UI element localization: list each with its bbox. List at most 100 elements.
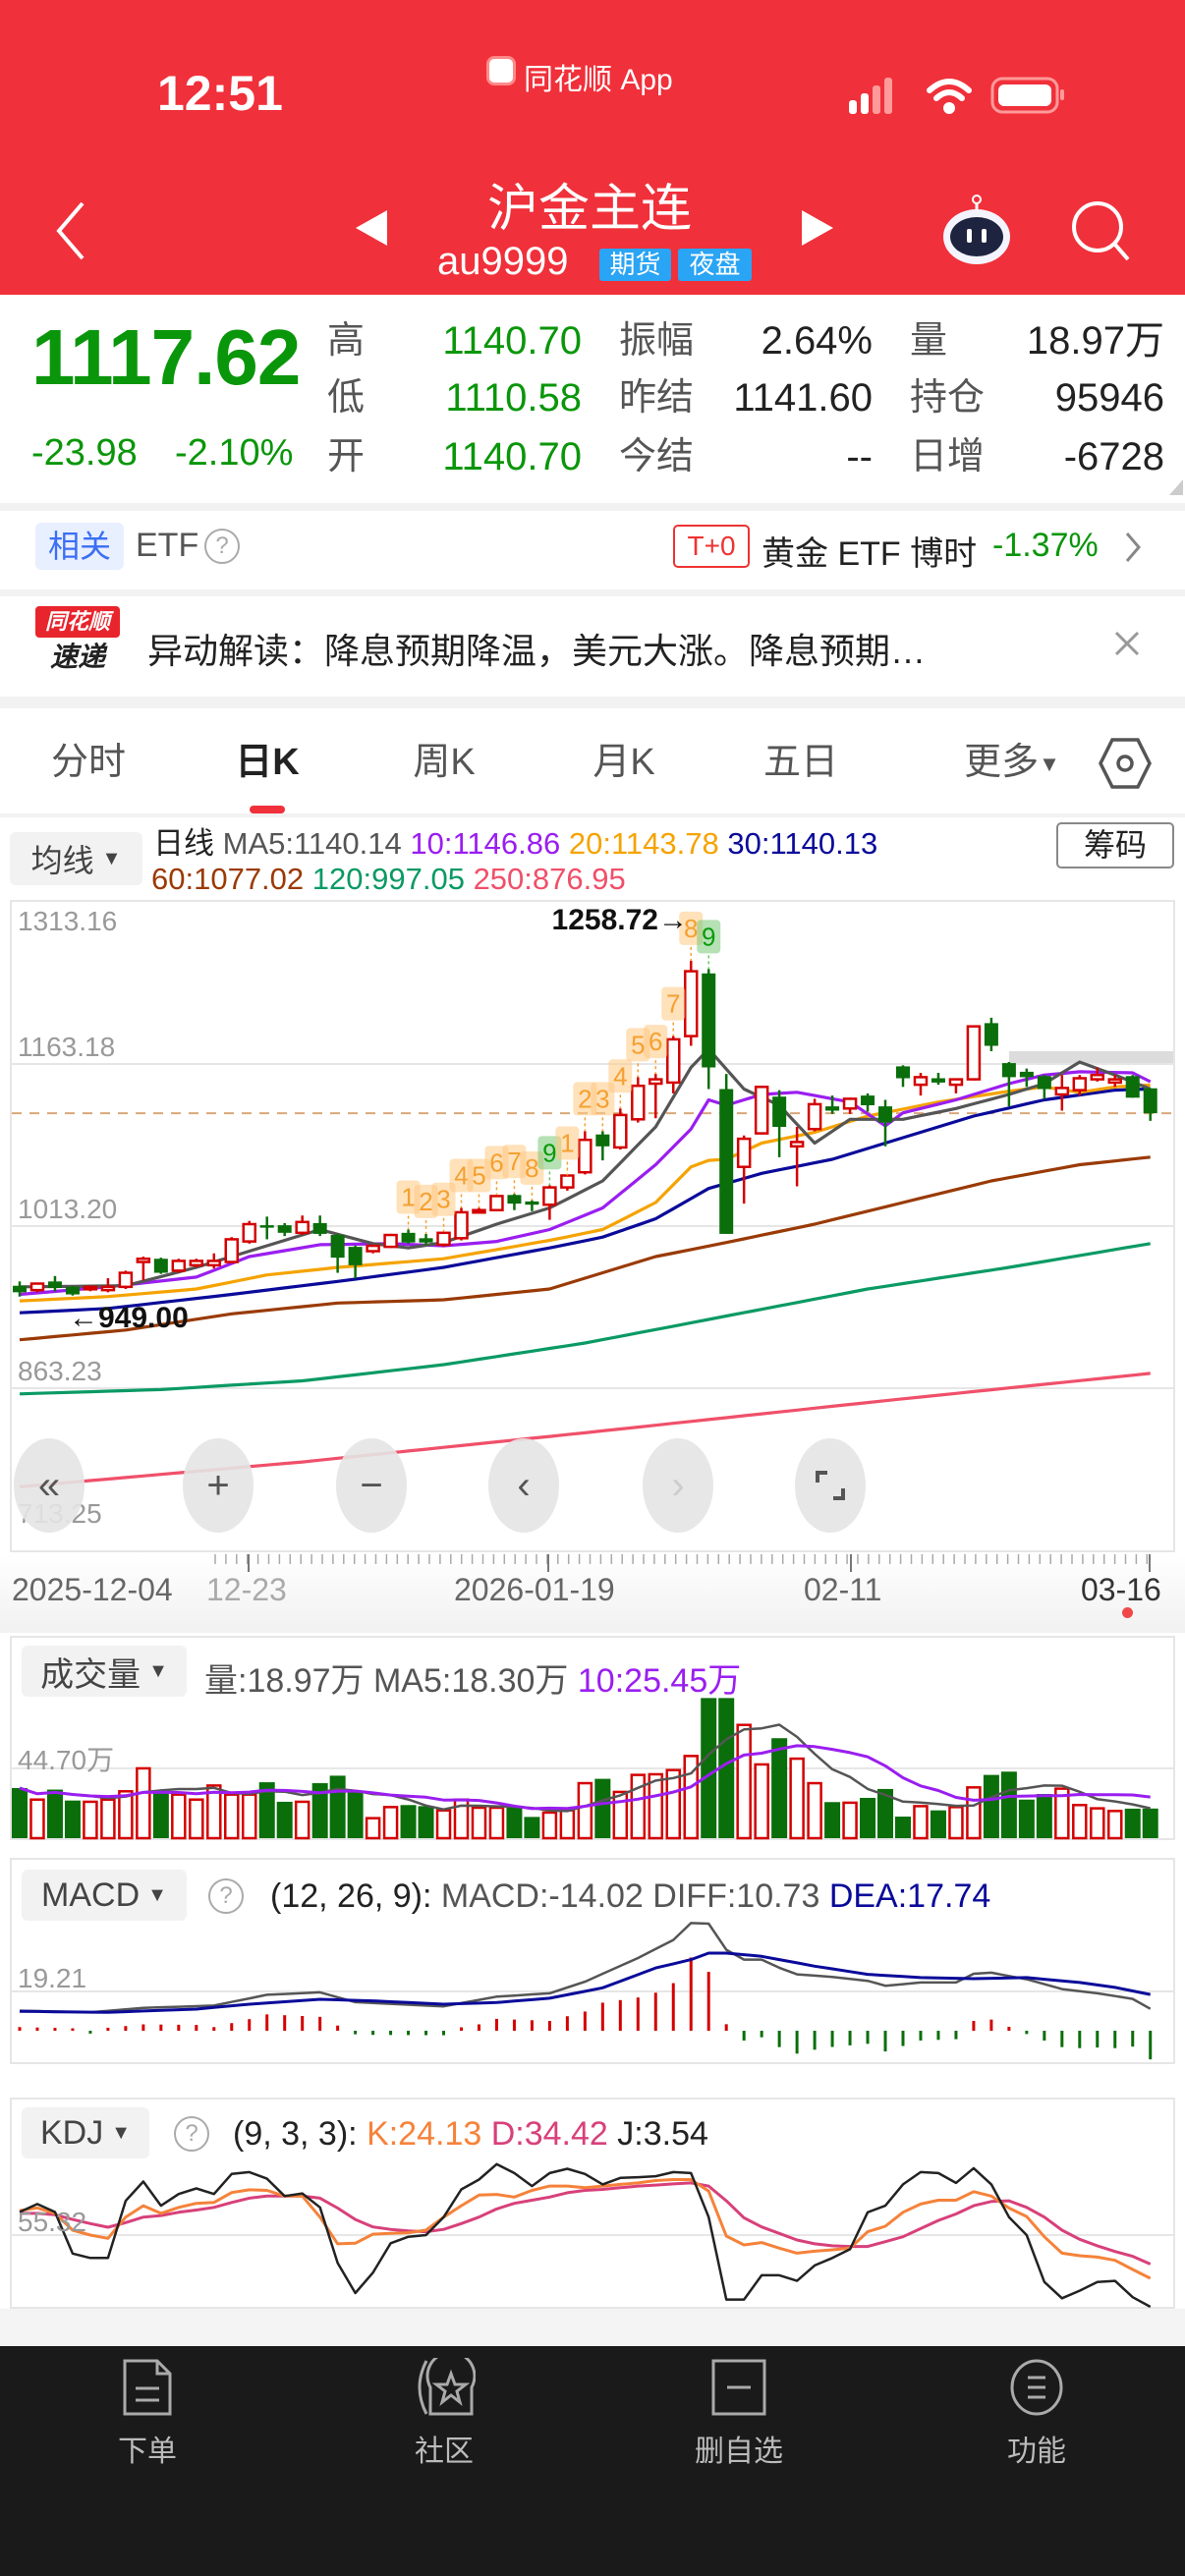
help-icon[interactable]: ? (174, 2116, 209, 2152)
kline-chart-panel[interactable] (10, 900, 1175, 1552)
help-icon[interactable]: ? (208, 1878, 244, 1914)
price-axis-label: 1163.18 (18, 1032, 116, 1062)
wifi-icon (927, 79, 972, 114)
nav-label: 删自选 (695, 2436, 783, 2468)
prev-contract-button[interactable] (354, 208, 389, 248)
price-axis-label: 863.23 (18, 1356, 102, 1386)
volume-value: 量:18.97万 (204, 1662, 365, 1700)
status-time: 12:51 (157, 66, 283, 121)
divider (0, 813, 1185, 817)
tab-more[interactable]: 更多▼ (964, 735, 1060, 792)
dea-value: DEA:17.74 (828, 1877, 991, 1915)
status-icons (849, 77, 1064, 114)
dropdown-label: 成交量 (40, 1655, 141, 1694)
caret-down-icon: ▼ (1039, 751, 1060, 776)
quote-field-label: 量 (910, 320, 948, 362)
quote-field-value: 1110.58 (445, 376, 582, 420)
chip-distribution-button[interactable]: 筹码 (1056, 822, 1174, 868)
etf-name[interactable]: 黄金 ETF 博时 (762, 527, 977, 575)
contract-code: au9999 (437, 240, 569, 283)
source-app-label[interactable]: 同花顺 App (524, 55, 673, 98)
ma5-value: MA5:1140.14 (222, 826, 402, 861)
volume-dropdown[interactable]: 成交量 ▼ (22, 1646, 187, 1697)
scroll-left-button[interactable]: ‹ (488, 1438, 559, 1533)
max-price-marker: 1258.72→ (551, 904, 688, 936)
tab-weekly-k[interactable]: 周K (413, 735, 475, 790)
etf-label: ETF (136, 527, 199, 564)
d-value: D:34.42 (490, 2115, 608, 2153)
active-tab-indicator (250, 806, 285, 813)
scroll-right-button[interactable]: › (643, 1438, 713, 1533)
kdj-params: (9, 3, 3): (233, 2115, 358, 2153)
price-axis-label: 1313.16 (18, 906, 118, 936)
last-price: 1117.62 (31, 313, 301, 401)
diff-value: DIFF:10.73 (652, 1877, 820, 1915)
k-value: K:24.13 (367, 2115, 482, 2153)
tab-intraday[interactable]: 分时 (51, 735, 126, 790)
signal-icon (849, 78, 892, 114)
date-label: 02-11 (804, 1572, 882, 1607)
kdj-dropdown[interactable]: KDJ ▼ (22, 2107, 149, 2158)
page-title: 沪金主连 (486, 181, 692, 238)
remove-watchlist-icon (711, 2359, 766, 2416)
quote-field-value: -- (846, 435, 873, 478)
j-value: J:3.54 (617, 2115, 708, 2153)
scroll-to-start-button[interactable]: « (14, 1438, 85, 1533)
ma20-value: 20:1143.78 (568, 826, 719, 861)
quote-field-label: 振幅 (619, 320, 695, 362)
ma30-value: 30:1140.13 (727, 826, 878, 861)
nav-remove-watchlist[interactable]: 删自选 (641, 2358, 837, 2470)
zoom-in-button[interactable]: + (183, 1438, 254, 1533)
volume-ma5: MA5:18.30万 (372, 1662, 569, 1700)
fullscreen-icon (816, 1471, 845, 1500)
quote-field-value: 1140.70 (442, 435, 582, 478)
nav-functions[interactable]: 功能 (938, 2358, 1135, 2470)
ma250-value: 250:876.95 (473, 862, 626, 896)
next-contract-button[interactable] (800, 208, 835, 248)
expand-corner-icon[interactable] (1169, 479, 1185, 497)
volume-ma10: 10:25.45万 (577, 1662, 742, 1700)
nav-community[interactable]: 社区 (346, 2358, 542, 2470)
night-session-badge: 夜盘 (678, 249, 752, 281)
nav-label: 功能 (1007, 2436, 1066, 2468)
caret-down-icon: ▼ (147, 1883, 167, 1906)
divider (0, 503, 1185, 511)
current-date-dot (1122, 1607, 1133, 1618)
ma60-value: 60:1077.02 (151, 862, 305, 896)
divider (0, 2309, 1185, 2346)
settings-hexagon-icon[interactable] (1099, 737, 1152, 790)
macd-value: MACD:-14.02 (440, 1877, 644, 1915)
date-label: 2026-01-19 (454, 1572, 615, 1607)
tab-monthly-k[interactable]: 月K (592, 735, 654, 790)
chevron-right-icon[interactable] (1123, 531, 1143, 564)
etf-change: -1.37% (992, 527, 1099, 564)
quote-field-value: 18.97万 (1026, 319, 1164, 363)
back-button[interactable] (51, 199, 90, 262)
news-headline[interactable]: 异动解读：降息预期降温，美元大涨。降息预期… (147, 623, 1061, 674)
zoom-out-button[interactable]: − (336, 1438, 407, 1533)
macd-axis-label: 19.21 (18, 1963, 87, 1993)
nav-label: 社区 (415, 2436, 474, 2468)
macd-dropdown[interactable]: MACD ▼ (22, 1870, 187, 1921)
max-price-label: 1258.72 (551, 904, 658, 936)
related-tag: 相关 (35, 523, 124, 570)
t0-badge: T+0 (673, 525, 750, 568)
quote-field-value: 1140.70 (442, 319, 582, 363)
price-axis-label: 1013.20 (18, 1194, 118, 1224)
help-icon[interactable]: ? (204, 529, 240, 564)
news-flash-logo: 同花顺 速递 (35, 606, 120, 679)
tab-five-day[interactable]: 五日 (763, 735, 838, 790)
tab-daily-k[interactable]: 日K (235, 735, 299, 790)
close-icon[interactable] (1112, 629, 1142, 658)
ai-robot-button[interactable] (933, 192, 1012, 266)
quote-field-label: 今结 (619, 436, 695, 477)
search-button[interactable] (1069, 198, 1134, 263)
quote-field-value: 2.64% (761, 319, 873, 363)
fullscreen-button[interactable] (795, 1438, 866, 1533)
indicator-dropdown[interactable]: 均线 ▼ (10, 832, 142, 885)
document-icon (123, 2359, 172, 2416)
quote-field-value: 95946 (1054, 376, 1164, 420)
nav-order[interactable]: 下单 (49, 2358, 246, 2470)
macd-legend: (12, 26, 9): MACD:-14.02 DIFF:10.73 DEA:… (270, 1877, 990, 1916)
quote-field-value: 1141.60 (733, 376, 873, 420)
